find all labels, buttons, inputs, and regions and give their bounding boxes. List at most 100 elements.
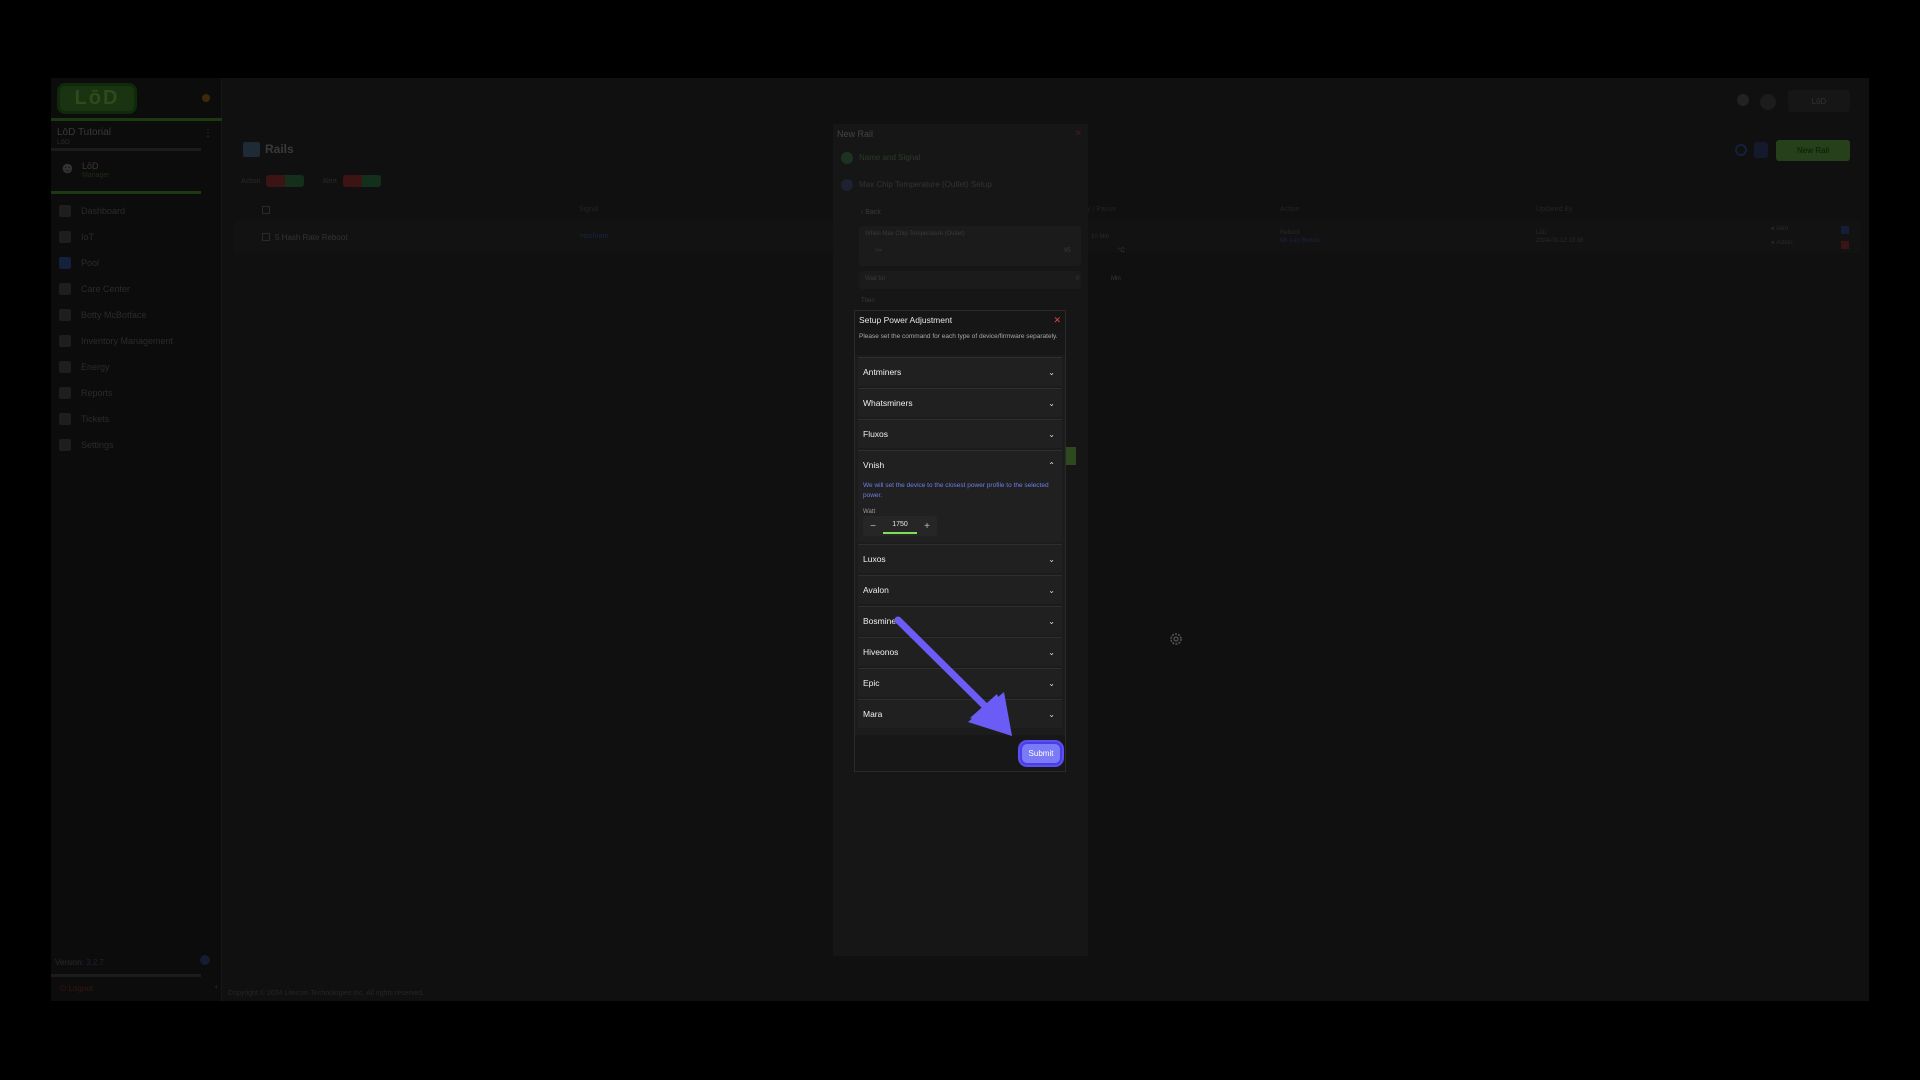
close-icon[interactable]: ✕ xyxy=(1053,315,1061,326)
power-adjustment-modal: Setup Power Adjustment ✕ Please set the … xyxy=(854,310,1066,772)
accordion-avalon: Avalon ⌄ xyxy=(858,575,1062,604)
modal-footer: Submit xyxy=(855,735,1065,771)
filter-icon[interactable] xyxy=(1754,142,1768,158)
notification-icon[interactable] xyxy=(202,94,210,102)
back-label: Back xyxy=(865,209,881,216)
sidebar-nav: Dashboard IoT Pool Care Center Botty McB… xyxy=(59,198,173,458)
chevron-down-icon: ⌄ xyxy=(1048,616,1055,626)
alert-toggle[interactable] xyxy=(342,175,381,187)
accordion-header[interactable]: Mara ⌄ xyxy=(858,700,1062,728)
row-alert-toggle[interactable]: ● Alert xyxy=(1771,226,1788,232)
chevron-down-icon: ⌄ xyxy=(1048,709,1055,719)
accordion-hiveonos: Hiveonos ⌄ xyxy=(858,637,1062,666)
divider xyxy=(51,191,201,194)
accordion-bosminer: Bosminer ⌄ xyxy=(858,606,1062,635)
action-toggle[interactable] xyxy=(266,175,305,187)
new-rail-button[interactable]: New Rail xyxy=(1776,140,1850,161)
chevron-down-icon: ⌄ xyxy=(1048,554,1055,564)
watt-input[interactable]: 1750 xyxy=(883,518,917,534)
sidebar-item-label: Energy xyxy=(81,362,110,372)
logout-button[interactable]: ⏻ Logout xyxy=(60,984,93,994)
star-icon xyxy=(59,231,71,243)
sidebar-item-settings[interactable]: Settings xyxy=(59,432,173,458)
sidebar-item-label: Pool xyxy=(81,258,100,268)
sidebar-item-dashboard[interactable]: Dashboard xyxy=(59,198,173,224)
accordion-header[interactable]: Vnish ⌃ xyxy=(858,451,1062,479)
wait-value[interactable]: 0 xyxy=(1076,276,1079,282)
version-info: Version: 3.2.7 xyxy=(55,958,104,967)
sidebar-item-pool[interactable]: Pool xyxy=(59,250,173,276)
inventory-icon xyxy=(59,335,71,347)
refresh-icon[interactable] xyxy=(1735,144,1747,156)
accordion-label: Vnish xyxy=(863,460,885,470)
accordion-label: Hiveonos xyxy=(863,647,899,657)
sidebar-item-reports[interactable]: Reports xyxy=(59,380,173,406)
chevron-down-icon: ⌄ xyxy=(1048,678,1055,688)
accordion-header[interactable]: Epic ⌄ xyxy=(858,669,1062,697)
sidebar-item-label: Reports xyxy=(81,388,113,398)
bell-icon[interactable] xyxy=(1737,94,1749,106)
row-updated-by: LōD xyxy=(1536,230,1548,236)
increment-button[interactable]: + xyxy=(917,521,937,532)
accordion-header[interactable]: Hiveonos ⌄ xyxy=(858,638,1062,666)
bot-icon xyxy=(59,309,71,321)
step-name-signal[interactable]: Name and Signal xyxy=(841,152,920,164)
accordion-header[interactable]: Whatsminers ⌄ xyxy=(858,389,1062,417)
accordion-header[interactable]: Avalon ⌄ xyxy=(858,576,1062,604)
version-number: 3.2.7 xyxy=(86,958,104,967)
column-header-updated-by: Updated By xyxy=(1536,206,1573,213)
operator-select[interactable]: >= xyxy=(875,248,882,254)
accordion-header[interactable]: Bosminer ⌄ xyxy=(858,607,1062,635)
sidebar-item-care-center[interactable]: Care Center xyxy=(59,276,173,302)
pool-icon xyxy=(59,257,71,269)
select-all-checkbox[interactable] xyxy=(262,206,270,214)
partial-green-button[interactable] xyxy=(1066,447,1076,465)
submit-label: Submit xyxy=(1028,749,1054,758)
sidebar-item-tickets[interactable]: Tickets xyxy=(59,406,173,432)
accordion-header[interactable]: Luxos ⌄ xyxy=(858,545,1062,573)
step-temperature-setup[interactable]: Max Chip Temperature (Outlet) Setup xyxy=(841,179,992,191)
divider xyxy=(51,148,201,151)
settings-gear-icon[interactable] xyxy=(1168,631,1184,647)
row-checkbox[interactable] xyxy=(262,233,270,241)
row-pause: 10 Min xyxy=(1091,234,1110,240)
accordion-fluxos: Fluxos ⌄ xyxy=(858,419,1062,448)
user-menu-label: LōD xyxy=(1811,96,1827,106)
when-label: When Max Chip Temperature (Outlet) xyxy=(865,231,965,237)
edit-icon[interactable] xyxy=(1841,226,1849,234)
page-title: Rails xyxy=(265,142,294,156)
eye-icon[interactable] xyxy=(1760,94,1776,110)
info-icon[interactable] xyxy=(200,955,210,965)
logout-label: Logout xyxy=(68,984,94,993)
delete-icon[interactable] xyxy=(1841,241,1849,249)
collapse-sidebar-icon[interactable]: ‹ xyxy=(215,982,218,991)
wait-label: Wait for xyxy=(865,276,886,282)
document-icon xyxy=(59,387,71,399)
back-button[interactable]: ‹ Back xyxy=(861,209,881,216)
sidebar-item-label: Dashboard xyxy=(81,206,126,216)
ticket-icon xyxy=(59,413,71,425)
decrement-button[interactable]: − xyxy=(863,521,883,532)
row-name: 5 Hash Rate Reboot xyxy=(275,233,348,242)
more-icon[interactable]: ⋮ xyxy=(203,128,213,139)
org-subtitle: LōD xyxy=(57,139,70,146)
submit-button[interactable]: Submit xyxy=(1020,742,1062,765)
close-icon[interactable]: ✕ xyxy=(1074,128,1082,139)
temp-value[interactable]: 95 xyxy=(1064,248,1071,254)
accordion-epic: Epic ⌄ xyxy=(858,668,1062,697)
accordion-header[interactable]: Antminers ⌄ xyxy=(858,358,1062,386)
gear-icon xyxy=(59,439,71,451)
sidebar-item-label: Settings xyxy=(81,440,114,450)
sidebar-item-energy[interactable]: Energy xyxy=(59,354,173,380)
accordion-header[interactable]: Fluxos ⌄ xyxy=(858,420,1062,448)
logo: LōD xyxy=(57,83,137,114)
sidebar-item-inventory[interactable]: Inventory Management xyxy=(59,328,173,354)
sidebar-item-iot[interactable]: IoT xyxy=(59,224,173,250)
rails-icon xyxy=(243,142,260,157)
sidebar-item-botty[interactable]: Botty McBotface xyxy=(59,302,173,328)
user-menu-button[interactable]: LōD xyxy=(1788,90,1850,112)
row-action-toggle[interactable]: ● Action xyxy=(1771,240,1793,246)
step-label: Max Chip Temperature (Outlet) Setup xyxy=(859,180,992,190)
accordion-antminers: Antminers ⌄ xyxy=(858,357,1062,386)
accordion-body: We will set the device to the closest po… xyxy=(858,479,1062,542)
